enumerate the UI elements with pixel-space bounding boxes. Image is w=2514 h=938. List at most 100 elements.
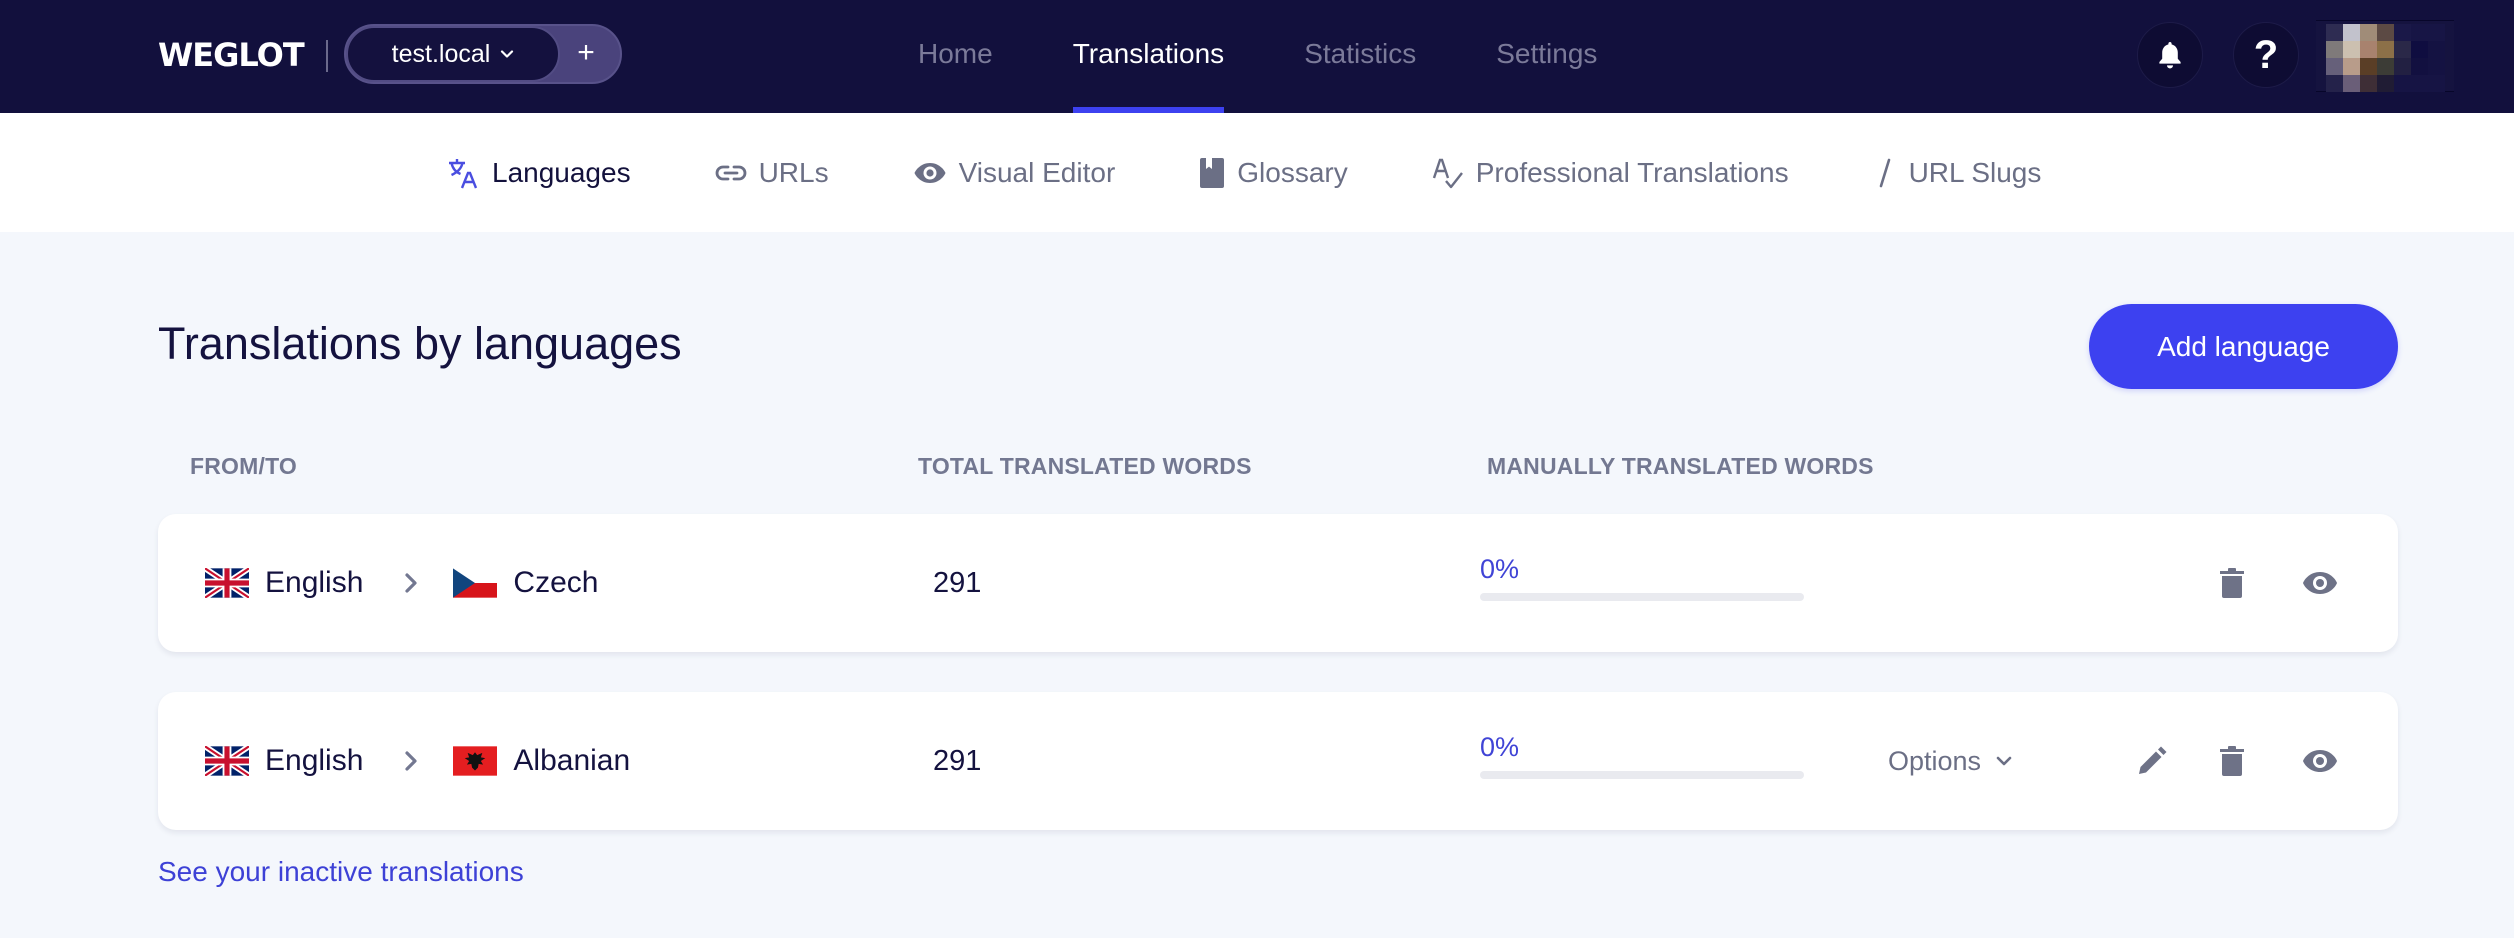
target-language: Albanian <box>513 744 631 777</box>
question-icon: ? <box>2253 33 2279 77</box>
avatar-pixel <box>2326 75 2343 92</box>
subnav-glossary[interactable]: Glossary <box>1199 156 1348 189</box>
translate-icon <box>449 158 478 188</box>
progress-bar <box>1480 593 1804 601</box>
avatar-pixel <box>2377 41 2394 58</box>
eye-icon <box>914 162 946 183</box>
total-translated-words: 291 <box>933 567 982 599</box>
chevron-right-icon <box>405 751 418 771</box>
avatar-pixel <box>2394 41 2411 58</box>
nav-home[interactable]: Home <box>918 0 993 113</box>
uk-flag-icon <box>205 568 249 598</box>
subnav-urls[interactable]: URLs <box>715 157 829 189</box>
manual-percent: 0% <box>1480 554 1520 584</box>
avatar-pixel <box>2394 75 2411 92</box>
trash-icon <box>2220 568 2244 598</box>
site-switcher: test.local + <box>344 24 622 84</box>
avatar-pixel <box>2411 58 2428 75</box>
target-language: Czech <box>513 566 599 599</box>
avatar-pixel <box>2360 58 2377 75</box>
spellcheck-icon <box>1432 158 1463 188</box>
link-icon <box>715 165 746 180</box>
delete-language-button[interactable] <box>2212 741 2252 781</box>
avatar-pixel <box>2326 24 2343 41</box>
subnav-url-slugs[interactable]: URL Slugs <box>1873 156 2042 189</box>
avatar-pixel <box>2394 58 2411 75</box>
add-site-button[interactable]: + <box>568 36 604 72</box>
subnav-label: Languages <box>492 156 631 188</box>
language-row[interactable]: English Czech 291 0% <box>158 514 2398 652</box>
albania-flag-icon <box>453 746 498 776</box>
avatar-pixel <box>2343 58 2360 75</box>
subnav-label: URL Slugs <box>1908 156 2042 188</box>
subnav-languages[interactable]: Languages <box>446 156 631 190</box>
delete-language-button[interactable] <box>2212 563 2252 603</box>
subnav-label: Glossary <box>1237 156 1348 188</box>
inactive-translations-link[interactable]: See your inactive translations <box>158 856 524 888</box>
view-translation-button[interactable] <box>2300 563 2340 603</box>
eye-icon <box>2303 750 2337 772</box>
manual-percent: 0% <box>1480 732 1520 762</box>
page-title: Translations by languages <box>158 318 682 369</box>
source-language: English <box>265 566 364 599</box>
czech-flag-icon <box>453 568 498 598</box>
avatar-pixel <box>2394 24 2411 41</box>
translations-subnav: Languages URLs Visual Editor Glossary Pr… <box>0 113 2514 232</box>
book-icon <box>1200 157 1225 188</box>
avatar-pixel <box>2343 24 2360 41</box>
avatar-pixel <box>2377 58 2394 75</box>
avatar-pixel <box>2411 24 2428 41</box>
weglot-logo[interactable]: WEGLOT <box>158 36 305 74</box>
top-bar: WEGLOT test.local + Home Translations St… <box>0 0 2514 113</box>
help-button[interactable]: ? <box>2233 22 2299 88</box>
avatar-pixel <box>2343 75 2360 92</box>
avatar-pixel <box>2360 24 2377 41</box>
subnav-label: URLs <box>758 156 829 188</box>
subnav-label: Professional Translations <box>1475 156 1789 188</box>
uk-flag-icon <box>205 746 249 776</box>
main-nav: Home Translations Statistics Settings <box>918 0 1677 113</box>
edit-language-button[interactable] <box>2132 741 2172 781</box>
avatar-pixel <box>2411 41 2428 58</box>
manual-translation-progress: 0% <box>1480 554 1804 601</box>
nav-statistics[interactable]: Statistics <box>1304 0 1416 113</box>
avatar-pixel <box>2326 41 2343 58</box>
trash-icon <box>2220 746 2244 776</box>
add-language-button[interactable]: Add language <box>2089 304 2398 389</box>
source-language: English <box>265 744 364 777</box>
total-translated-words: 291 <box>933 745 982 777</box>
avatar-pixel <box>2428 24 2445 41</box>
subnav-professional-translations[interactable]: Professional Translations <box>1432 156 1789 190</box>
avatar-pixel <box>2428 58 2445 75</box>
options-dropdown[interactable]: Options <box>1888 692 2013 830</box>
language-pair: English Albanian <box>205 692 630 830</box>
progress-bar <box>1480 771 1804 779</box>
user-avatar[interactable] <box>2316 20 2454 92</box>
bell-icon <box>2159 42 2181 69</box>
chevron-down-icon <box>1996 756 2012 766</box>
avatar-pixel <box>2377 24 2394 41</box>
avatar-pixel <box>2360 41 2377 58</box>
avatar-pixel <box>2343 41 2360 58</box>
manual-translation-progress: 0% <box>1480 732 1804 779</box>
column-header-from-to: FROM/TO <box>190 453 298 479</box>
avatar-pixel <box>2360 75 2377 92</box>
subnav-visual-editor[interactable]: Visual Editor <box>913 156 1116 189</box>
avatar-pixel <box>2326 58 2343 75</box>
site-select-dropdown[interactable]: test.local <box>346 26 560 82</box>
column-header-total-words: TOTAL TRANSLATED WORDS <box>918 453 1252 479</box>
view-translation-button[interactable] <box>2300 741 2340 781</box>
options-label: Options <box>1888 745 1982 776</box>
subnav-label: Visual Editor <box>958 156 1116 188</box>
chevron-right-icon <box>405 573 418 593</box>
language-row[interactable]: English Albanian 291 0% Options <box>158 692 2398 830</box>
pencil-icon <box>2139 746 2167 774</box>
notifications-button[interactable] <box>2137 22 2203 88</box>
logo-divider <box>326 40 328 72</box>
avatar-pixel <box>2428 75 2445 92</box>
language-pair: English Czech <box>205 514 598 652</box>
slash-icon <box>1879 158 1890 187</box>
nav-translations[interactable]: Translations <box>1072 0 1225 113</box>
avatar-pixel <box>2411 75 2428 92</box>
nav-settings[interactable]: Settings <box>1496 0 1597 113</box>
